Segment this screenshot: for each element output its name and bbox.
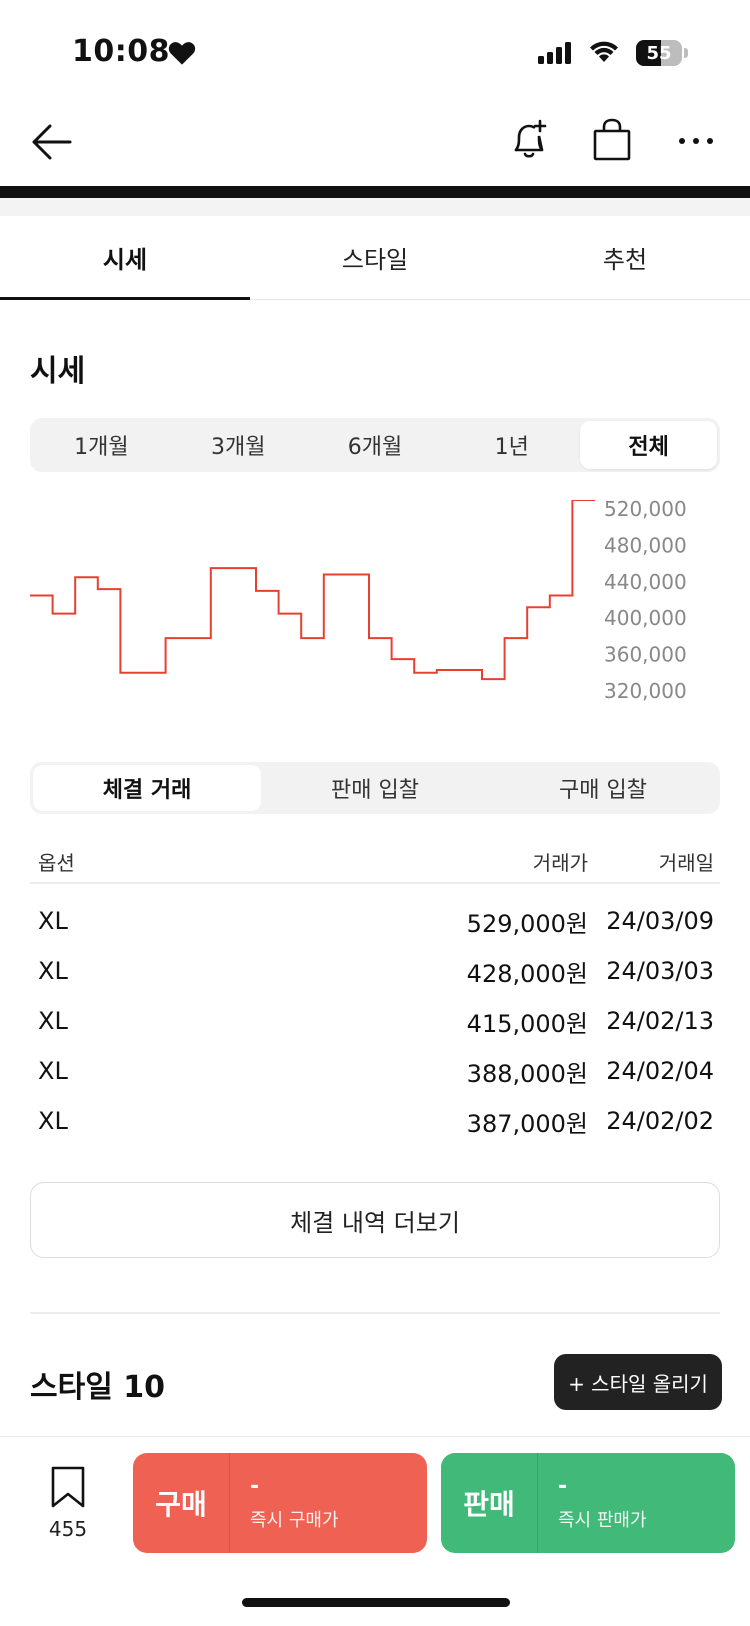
y-tick-label: 480,000 [604,533,687,557]
period-3-months[interactable]: 3개월 [170,421,307,469]
row-price: 415,000원 [466,1009,588,1038]
battery-cap [684,48,688,58]
battery-icon: 55 [636,40,682,66]
period-all[interactable]: 전체 [580,421,717,469]
price-series-line [30,499,595,681]
table-row: XL 388,000원 24/02/04 [30,1046,720,1096]
tab-style[interactable]: 스타일 [250,216,500,299]
section-divider [30,1312,720,1314]
y-tick-label: 440,000 [604,570,687,594]
instant-buy-label: 즉시 구매가 [250,1510,339,1531]
back-arrow-icon[interactable] [30,122,74,162]
content-tabs: 시세 스타일 추천 [0,216,750,300]
table-row: XL 428,000원 24/03/03 [30,946,720,996]
status-time: 10:08 [72,34,170,69]
more-options-icon[interactable] [678,136,714,146]
trade-type-sell-bids[interactable]: 판매 입찰 [261,765,489,811]
header-date: 거래일 [658,850,714,875]
row-price: 388,000원 [466,1059,588,1088]
price-section-title: 시세 [30,354,86,389]
table-header: 옵션 거래가 거래일 [30,840,720,884]
row-date: 24/02/13 [606,1007,714,1035]
top-nav [0,100,750,186]
row-option: XL [38,1057,68,1085]
sell-button[interactable]: 판매 - 즉시 판매가 [441,1453,735,1553]
heart-icon [168,42,196,65]
signal-icon [538,42,571,64]
row-option: XL [38,1007,68,1035]
row-price: 387,000원 [466,1109,588,1138]
wifi-icon [590,41,618,62]
sell-price-info: - 즉시 판매가 [538,1453,735,1553]
sell-label: 판매 [441,1453,538,1553]
tab-recommend[interactable]: 추천 [500,216,750,299]
row-date: 24/03/03 [606,957,714,985]
row-price: 529,000원 [466,909,588,938]
shopping-bag-icon[interactable] [592,118,632,162]
trade-type-buy-bids[interactable]: 구매 입찰 [489,765,717,811]
buy-price-info: - 즉시 구매가 [230,1453,427,1553]
period-selector: 1개월 3개월 6개월 1년 전체 [30,418,720,472]
transactions-table: 옵션 거래가 거래일 XL 529,000원 24/03/09 XL 428,0… [30,840,720,1146]
period-6-months[interactable]: 6개월 [307,421,444,469]
row-option: XL [38,1107,68,1135]
y-tick-label: 520,000 [604,500,687,521]
period-1-month[interactable]: 1개월 [33,421,170,469]
header-price: 거래가 [532,850,588,875]
price-chart: 520,000 480,000 440,000 400,000 360,000 320,0… [30,497,730,740]
trade-type-selector: 체결 거래 판매 입찰 구매 입찰 [30,762,720,814]
bookmark-icon [51,1466,85,1508]
header-option: 옵션 [38,850,75,875]
row-date: 24/03/09 [606,907,714,935]
row-option: XL [38,957,68,985]
row-price: 428,000원 [466,959,588,988]
row-date: 24/02/02 [606,1107,714,1135]
y-tick-label: 360,000 [604,643,687,667]
tab-price[interactable]: 시세 [0,216,250,300]
bell-add-icon[interactable] [508,118,552,162]
view-more-transactions-button[interactable]: 체결 내역 더보기 [30,1182,720,1258]
row-option: XL [38,907,68,935]
table-row: XL 415,000원 24/02/13 [30,996,720,1046]
trade-type-completed[interactable]: 체결 거래 [33,765,261,811]
status-bar: 10:08 55 [0,0,750,100]
home-indicator [242,1598,510,1607]
buy-button[interactable]: 구매 - 즉시 구매가 [133,1453,427,1553]
table-row: XL 529,000원 24/03/09 [30,896,720,946]
upload-style-button[interactable]: + 스타일 올리기 [554,1354,722,1410]
product-image-edge [0,186,750,198]
style-section-title: 스타일 10 [30,1370,165,1405]
bookmark-button[interactable]: 455 [40,1465,96,1541]
price-chart-svg: 520,000 480,000 440,000 400,000 360,000 320,0… [30,497,687,703]
table-row: XL 387,000원 24/02/02 [30,1096,720,1146]
row-date: 24/02/04 [606,1057,714,1085]
table-body: XL 529,000원 24/03/09 XL 428,000원 24/03/0… [30,884,720,1146]
instant-sell-price: - [558,1474,568,1499]
y-tick-label: 400,000 [604,606,687,630]
section-spacer [0,198,750,216]
y-tick-label: 320,000 [604,679,687,703]
period-1-year[interactable]: 1년 [443,421,580,469]
bookmark-count: 455 [48,1517,88,1541]
instant-sell-label: 즉시 판매가 [558,1510,647,1531]
instant-buy-price: - [250,1474,260,1499]
battery-level: 55 [646,42,672,64]
buy-label: 구매 [133,1453,230,1553]
